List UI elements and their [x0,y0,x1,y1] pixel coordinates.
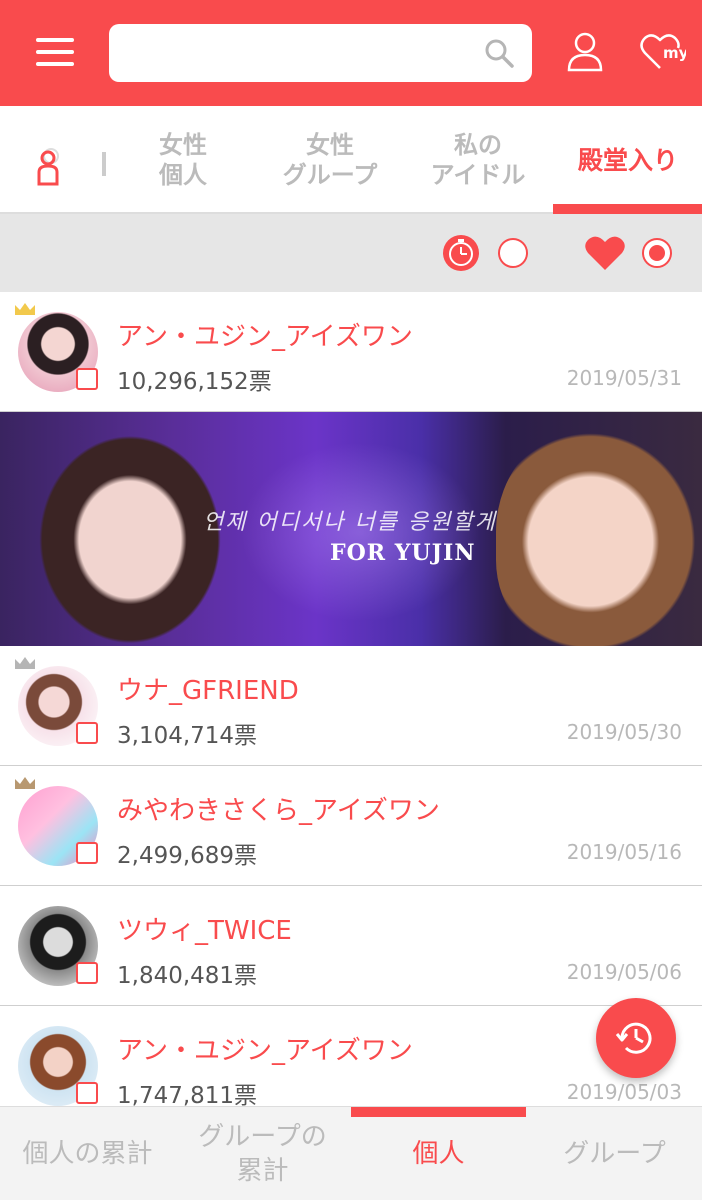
nav-individual-cumulative[interactable]: 個人の累計 [0,1107,175,1200]
sort-by-date-radio[interactable] [498,238,528,268]
tab-label: 私の [454,131,502,159]
date: 2019/05/03 [566,1080,682,1104]
idol-name: ウナ_GFRIEND [117,676,299,706]
search-icon[interactable] [484,38,514,68]
tab-label: グループ [282,161,378,189]
nav-group[interactable]: グループ [527,1107,702,1200]
nav-group-cumulative[interactable]: グループの 累計 [175,1107,350,1200]
nav-label: 個人の累計 [22,1139,153,1169]
tab-divider [102,152,106,176]
idol-name: アン・ユジン_アイズワン [117,1036,413,1066]
idol-name: アン・ユジン_アイズワン [117,322,413,352]
sort-filter-bar [0,214,702,292]
ranking-person-icon[interactable] [34,146,66,186]
menu-icon-bar [36,50,74,54]
menu-icon-bar [36,38,74,42]
history-icon [615,1022,652,1054]
expand-icon[interactable] [76,842,98,864]
tab-female-individual[interactable]: 女性 個人 [140,130,226,190]
nav-label: グループの [198,1122,327,1152]
date: 2019/05/16 [566,840,682,864]
nav-individual[interactable]: 個人 [351,1107,526,1200]
tab-female-group[interactable]: 女性 グループ [272,130,388,190]
vote-count: 3,104,714票 [117,723,258,749]
vote-count: 2,499,689票 [117,843,258,869]
gold-crown-icon [15,303,35,315]
vote-count: 10,296,152票 [117,369,272,395]
idol-name: ツウィ_TWICE [117,916,292,946]
nav-label: 個人 [412,1139,465,1169]
list-item[interactable]: ウナ_GFRIEND 3,104,714票 2019/05/30 [0,646,702,766]
expand-icon[interactable] [76,962,98,984]
list-item[interactable]: ツウィ_TWICE 1,840,481票 2019/05/06 [0,886,702,1006]
vote-count: 1,840,481票 [117,963,258,989]
nav-label: 累計 [236,1156,289,1186]
tab-label: 殿堂入り [577,146,678,175]
my-heart-icon[interactable]: my [640,30,686,72]
tab-label: 個人 [159,161,207,189]
date: 2019/05/31 [566,366,682,390]
heart-icon[interactable] [584,234,626,272]
clock-icon[interactable] [442,234,480,272]
user-icon[interactable] [566,30,604,72]
tab-label: 女性 [306,131,354,159]
date: 2019/05/06 [566,960,682,984]
nav-label: グループ [563,1139,666,1169]
sort-by-votes-radio[interactable] [642,238,672,268]
banner-photo-left [30,434,230,646]
expand-icon[interactable] [76,722,98,744]
tab-hall-of-fame[interactable]: 殿堂入り [556,146,700,206]
hall-of-fame-list: アン・ユジン_アイズワン 10,296,152票 2019/05/31 언제 어… [0,292,702,1126]
list-item[interactable]: アン・ユジン_アイズワン 10,296,152票 2019/05/31 [0,292,702,412]
menu-button[interactable] [36,38,74,66]
tab-label: アイドル [430,161,526,189]
bottom-navigation: 個人の累計 グループの 累計 個人 グループ [0,1106,702,1200]
tab-label: 女性 [159,131,207,159]
idol-name: みやわきさくら_アイズワン [117,796,440,826]
banner-script-text: 언제 어디서나 너를 응원할게 [203,510,497,535]
banner-title: FOR YUJIN [330,540,476,566]
expand-icon[interactable] [76,1082,98,1104]
banner-photo-right [496,422,702,646]
tab-my-idol[interactable]: 私の アイドル [420,130,536,190]
menu-icon-bar [36,62,74,66]
vote-count: 1,747,811票 [117,1083,258,1109]
fan-banner-image[interactable]: 언제 어디서나 너를 응원할게 FOR YUJIN [0,412,702,646]
bronze-crown-icon [15,777,35,789]
silver-crown-icon [15,657,35,669]
expand-icon[interactable] [76,368,98,390]
active-tab-indicator [553,204,702,214]
history-button[interactable] [596,998,676,1078]
my-icon-text: my [663,44,686,62]
date: 2019/05/30 [566,720,682,744]
app-header: my [0,0,702,106]
search-input[interactable] [123,34,463,72]
search-box[interactable] [109,24,532,82]
list-item[interactable]: みやわきさくら_アイズワン 2,499,689票 2019/05/16 [0,766,702,886]
category-tabs: 女性 個人 女性 グループ 私の アイドル 殿堂入り [0,106,702,214]
